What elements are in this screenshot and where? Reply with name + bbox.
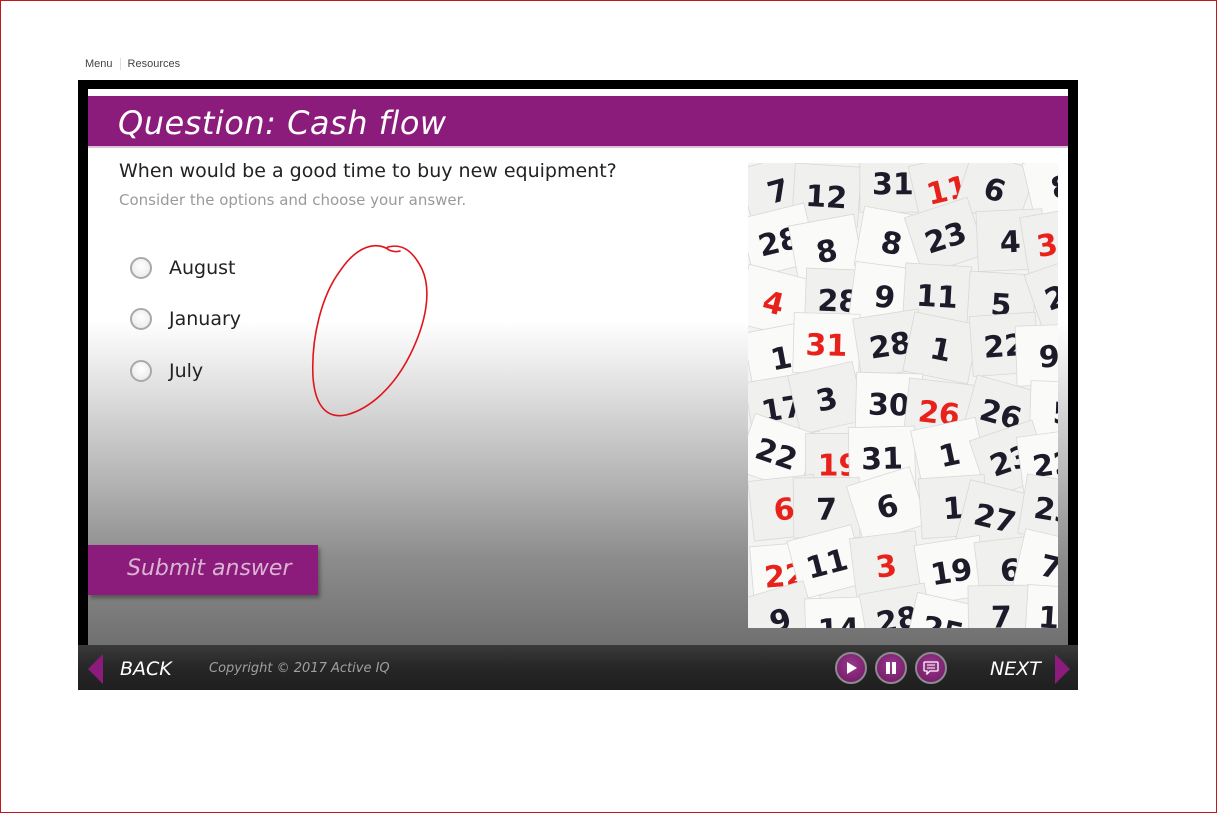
option-label: January — [169, 308, 242, 330]
calendar-pages-photo: 7 12 31 11 6 8 28 8 8 23 4 31 4 28 9 11 5 26 1 31 28 1 22 9 17 3 3… — [748, 163, 1058, 628]
nav-divider — [119, 58, 121, 70]
option-august[interactable]: August — [130, 254, 236, 282]
option-july[interactable]: July — [130, 357, 203, 385]
red-ink-circle-annotation — [311, 244, 428, 417]
calendar-day-number: 23 — [1031, 491, 1058, 532]
course-player: Question: Cash flow When would be a good… — [78, 80, 1078, 690]
option-label: July — [169, 360, 204, 382]
next-arrow-icon — [1054, 654, 1070, 684]
slide-title: Question: Cash flow — [118, 104, 447, 142]
calendar-day-number: 31 — [805, 328, 848, 364]
submit-answer-button[interactable]: Submit answer — [88, 545, 318, 595]
calendar-day-number: 31 — [872, 167, 914, 202]
calendar-day-number: 30 — [867, 387, 910, 423]
calendar-page: 7 — [967, 584, 1036, 628]
player-control-bar: BACK Copyright © 2017 Active IQ NEXT — [78, 645, 1078, 690]
play-button[interactable] — [835, 652, 867, 684]
menu-link[interactable]: Menu — [85, 58, 113, 70]
transcript-button[interactable] — [915, 652, 947, 684]
pause-icon — [886, 662, 896, 674]
transcript-icon — [923, 661, 939, 675]
radio-button[interactable] — [130, 257, 152, 279]
question-text: When would be a good time to buy new equ… — [119, 160, 617, 182]
calendar-page: 9 — [1014, 323, 1058, 387]
option-label: August — [169, 257, 236, 279]
slide: Question: Cash flow When would be a good… — [88, 89, 1068, 645]
calendar-day-number: 4 — [999, 225, 1021, 261]
instruction-text: Consider the options and choose your ans… — [119, 191, 467, 209]
next-button[interactable]: NEXT — [990, 654, 1070, 684]
calendar-day-number: 5 — [1052, 396, 1058, 432]
calendar-image: 7 12 31 11 6 828 8 8 23 4 314 28 9 11 5 261 31 28 1 22 917 3 3… — [748, 163, 1058, 628]
calendar-day-number: 12 — [804, 179, 848, 217]
radio-button[interactable] — [130, 360, 152, 382]
back-label: BACK — [120, 658, 172, 680]
calendar-day-number: 6 — [772, 492, 797, 529]
play-icon — [847, 662, 857, 674]
calendar-day-number: 11 — [915, 279, 959, 316]
next-label: NEXT — [990, 658, 1041, 680]
calendar-day-number: 14 — [1037, 600, 1058, 628]
top-nav: Menu Resources — [85, 57, 180, 71]
option-january[interactable]: January — [130, 305, 241, 333]
resources-link[interactable]: Resources — [128, 58, 181, 70]
title-bar: Question: Cash flow — [88, 96, 1068, 148]
back-arrow-icon — [88, 654, 103, 684]
calendar-day-number: 9 — [1038, 340, 1058, 376]
submit-answer-label: Submit answer — [127, 556, 292, 581]
calendar-day-number: 3 — [874, 548, 899, 585]
radio-button[interactable] — [130, 308, 152, 330]
pause-button[interactable] — [875, 652, 907, 684]
copyright-text: Copyright © 2017 Active IQ — [209, 661, 390, 676]
calendar-day-number: 7 — [991, 600, 1012, 628]
calendar-day-number: 7 — [816, 492, 837, 527]
back-button[interactable]: BACK — [88, 654, 172, 684]
calendar-day-number: 14 — [817, 612, 860, 628]
calendar-page: 14 — [1024, 584, 1058, 628]
calendar-page: 1 — [902, 311, 980, 385]
